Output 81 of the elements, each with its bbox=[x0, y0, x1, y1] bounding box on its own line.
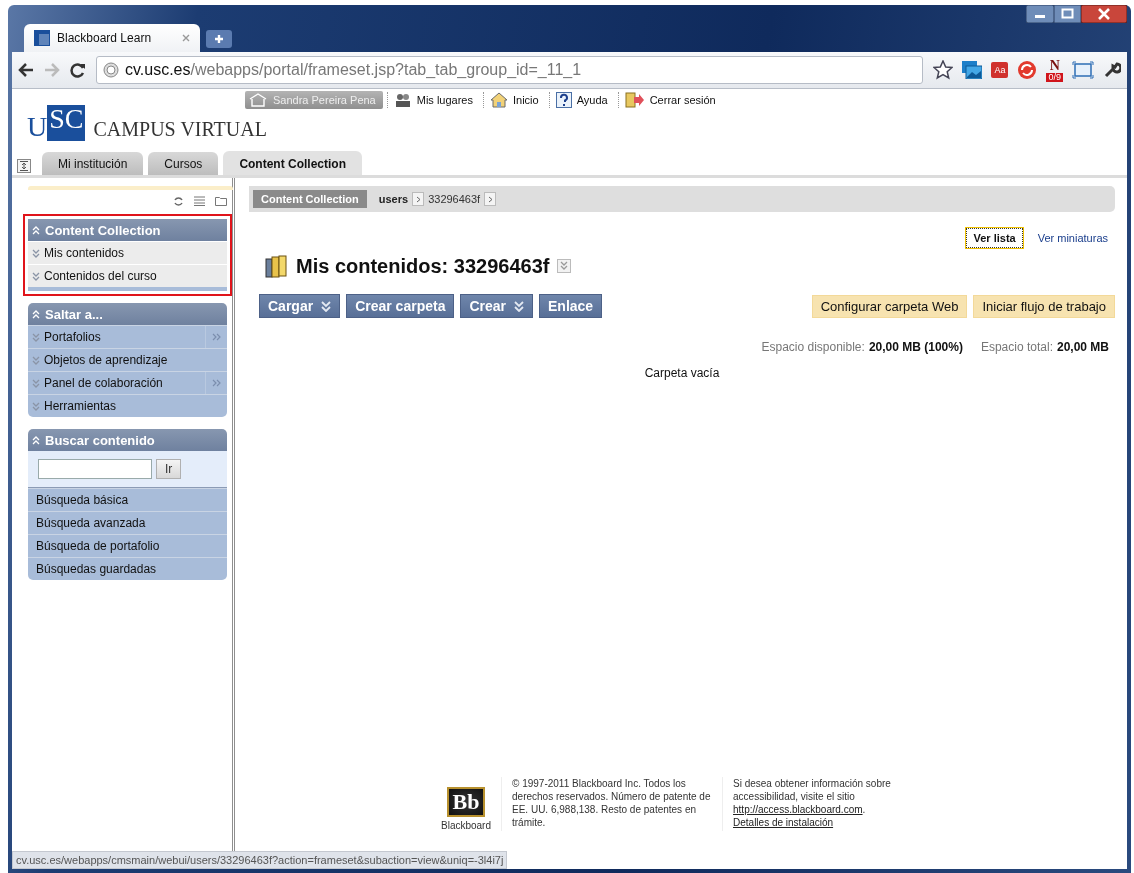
sidebar-item[interactable]: Mis contenidos bbox=[28, 241, 227, 264]
expand-collapse-icon[interactable] bbox=[17, 159, 31, 173]
expand-icon bbox=[32, 271, 40, 281]
fullscreen-icon[interactable] bbox=[1072, 61, 1094, 79]
nav-link[interactable]: Inicio bbox=[513, 94, 539, 106]
copyright-text: © 1997-2011 Blackboard Inc. Todos los derechos reservados. Número de patente de EE. UU. 6,988,138. Resto de patentes en trámite. bbox=[502, 777, 723, 831]
sync-icon[interactable] bbox=[1017, 60, 1038, 80]
accessibility-text: Si desea obtener información sobre accessibilidad, visite el sitio http://access.blackboard.com. bbox=[733, 777, 892, 816]
storage-info: Espacio disponible: 20,00 MB (100%) bbox=[761, 340, 963, 354]
close-icon[interactable] bbox=[182, 34, 190, 42]
nav-link[interactable]: Cerrar sesión bbox=[649, 94, 716, 106]
page-tab[interactable]: Content Collection bbox=[223, 151, 363, 175]
back-icon[interactable] bbox=[18, 63, 34, 77]
sidebar-item[interactable]: Panel de colaboración bbox=[28, 371, 227, 394]
action-button[interactable]: Crear bbox=[460, 294, 533, 318]
breadcrumb-link[interactable]: users bbox=[378, 193, 409, 205]
tab-title: Blackboard Learn bbox=[57, 31, 153, 45]
search-link[interactable]: Búsqueda básica bbox=[28, 488, 227, 511]
house-icon bbox=[490, 92, 508, 108]
exit-door-icon bbox=[624, 92, 645, 108]
search-field[interactable] bbox=[38, 459, 152, 479]
page-tab[interactable]: Cursos bbox=[148, 152, 219, 175]
list-icon[interactable] bbox=[194, 196, 205, 206]
sidebar-item[interactable]: Portafolios bbox=[28, 325, 227, 348]
sidebar-item[interactable]: Objetos de aprendizaje bbox=[28, 348, 227, 371]
nav-link[interactable]: Ayuda bbox=[576, 94, 608, 106]
page-title: Mis contenidos: 33296463f bbox=[296, 254, 550, 278]
options-menu-icon[interactable] bbox=[557, 259, 572, 273]
action-button[interactable]: Enlace bbox=[539, 294, 603, 318]
view-toggle[interactable]: Ver miniaturas bbox=[1030, 228, 1115, 248]
nav-link[interactable]: Mis lugares bbox=[416, 94, 473, 106]
secondary-button[interactable]: Iniciar flujo de trabajo bbox=[973, 294, 1115, 318]
page-tab[interactable]: Mi institución bbox=[42, 152, 144, 175]
logo-caption: Blackboard bbox=[441, 820, 491, 831]
dictionary-icon[interactable]: Aa bbox=[991, 62, 1009, 78]
maximize-button[interactable] bbox=[1054, 5, 1081, 23]
expand-icon bbox=[32, 401, 40, 411]
expand-icon bbox=[32, 378, 40, 388]
secondary-button[interactable]: Configurar carpeta Web bbox=[811, 294, 968, 318]
refresh-icon[interactable] bbox=[173, 196, 184, 207]
close-button[interactable] bbox=[1081, 5, 1127, 23]
new-tab-button[interactable] bbox=[206, 30, 232, 48]
action-button[interactable]: Cargar bbox=[259, 294, 341, 318]
star-icon[interactable] bbox=[933, 60, 954, 80]
university-logo: USC bbox=[27, 105, 86, 141]
books-icon bbox=[264, 254, 288, 278]
expand-icon bbox=[32, 355, 40, 365]
favicon-icon bbox=[34, 30, 50, 46]
collapse-icon[interactable] bbox=[32, 225, 40, 235]
address-bar[interactable]: cv.usc.es/webapps/portal/frameset.jsp?tab_tab_group_id=_11_1 bbox=[96, 56, 924, 84]
sidebar-item[interactable]: Herramientas bbox=[28, 394, 227, 417]
minimize-button[interactable] bbox=[1026, 5, 1054, 23]
folder-icon[interactable] bbox=[215, 196, 227, 206]
expand-icon bbox=[32, 332, 40, 342]
status-bar: cv.usc.es/webapps/cmsmain/webui/users/33296463f?action=frameset&subaction=view&uniq=-3l4i7j bbox=[12, 851, 508, 869]
action-button[interactable]: Crear carpeta bbox=[346, 294, 455, 318]
people-icon bbox=[393, 92, 412, 108]
reload-icon[interactable] bbox=[70, 62, 86, 78]
house-outline-icon bbox=[249, 93, 267, 107]
help-icon bbox=[555, 92, 572, 108]
globe-icon bbox=[103, 62, 119, 78]
expand-icon bbox=[32, 248, 40, 258]
site-name: CAMPUS VIRTUAL bbox=[93, 118, 267, 141]
collapse-icon[interactable] bbox=[32, 309, 40, 319]
plus-icon bbox=[214, 34, 224, 44]
view-toggle[interactable]: Ver lista bbox=[966, 228, 1023, 248]
collapse-icon[interactable] bbox=[32, 435, 40, 445]
go-button[interactable]: Ir bbox=[156, 459, 182, 479]
empty-message: Carpeta vacía bbox=[643, 366, 721, 380]
photos-icon[interactable] bbox=[962, 61, 983, 79]
breadcrumb-link[interactable]: 33296463f bbox=[428, 193, 481, 205]
sidebar-item[interactable]: Contenidos del curso bbox=[28, 264, 227, 287]
accessibility-link[interactable]: http://access.blackboard.com bbox=[733, 804, 863, 815]
browser-tab[interactable]: Blackboard Learn bbox=[24, 24, 200, 52]
search-link[interactable]: Búsquedas guardadas bbox=[28, 557, 227, 580]
storage-info: Espacio total: 20,00 MB bbox=[980, 340, 1109, 354]
search-link[interactable]: Búsqueda avanzada bbox=[28, 511, 227, 534]
install-details-link[interactable]: Detalles de instalación bbox=[733, 816, 834, 829]
blackboard-logo: Bb bbox=[446, 787, 486, 817]
search-link[interactable]: Búsqueda de portafolio bbox=[28, 534, 227, 557]
wrench-icon[interactable] bbox=[1103, 61, 1121, 79]
